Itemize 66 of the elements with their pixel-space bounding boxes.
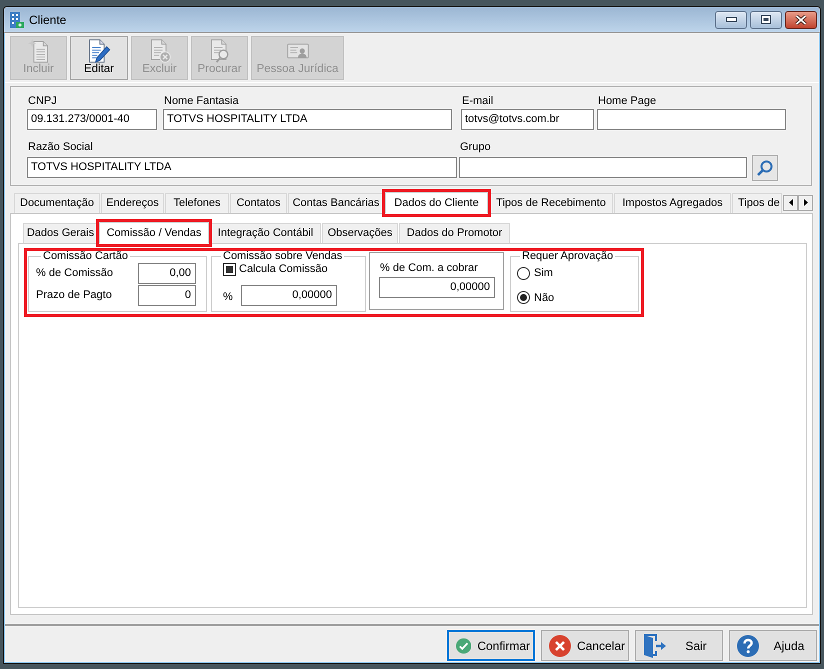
text-field[interactable]: 0 xyxy=(138,285,196,306)
close-button[interactable] xyxy=(785,10,817,28)
field-label: % de Com. a cobrar xyxy=(379,262,479,275)
exit-door-icon xyxy=(643,634,667,658)
tab[interactable]: Impostos Agregados xyxy=(614,193,731,213)
field-label: Grupo xyxy=(459,141,492,154)
tab[interactable]: Endereços xyxy=(101,193,164,213)
tab[interactable]: Telefones xyxy=(165,193,229,213)
group-title: Requer Aprovação xyxy=(521,251,614,262)
radio-button[interactable] xyxy=(517,266,530,280)
text-field[interactable]: 0,00000 xyxy=(379,277,495,298)
field-label: Nome Fantasia xyxy=(163,95,240,108)
tab[interactable]: Tipos de xyxy=(732,193,782,213)
text-field[interactable]: totvs@totvs.com.br xyxy=(461,109,594,130)
text-field[interactable] xyxy=(597,109,786,130)
scroll-left-button[interactable] xyxy=(783,194,798,210)
footer-button[interactable]: Cancelar xyxy=(541,630,629,661)
close-icon xyxy=(795,14,807,24)
group-title: Comissão Cartão xyxy=(42,251,129,262)
tab[interactable]: Dados Gerais xyxy=(23,223,98,243)
checkbox-label: Calcula Comissão xyxy=(239,262,328,277)
field-label: Razão Social xyxy=(27,141,94,154)
tab[interactable]: Contatos xyxy=(230,193,287,213)
radio-button[interactable] xyxy=(517,291,530,304)
tab[interactable]: Documentação xyxy=(14,193,100,213)
text-field[interactable]: 0,00000 xyxy=(241,285,337,306)
text-field[interactable] xyxy=(459,157,747,178)
window-title: Cliente xyxy=(29,12,66,28)
edit-document-icon xyxy=(86,39,112,63)
text-field[interactable]: TOTVS HOSPITALITY LTDA xyxy=(27,157,457,178)
text-field[interactable]: 0,00 xyxy=(138,263,196,284)
scroll-right-button[interactable] xyxy=(798,194,813,210)
text-field[interactable]: TOTVS HOSPITALITY LTDA xyxy=(163,109,452,130)
minimize-icon xyxy=(726,17,736,22)
tab[interactable]: Tipos de Recebimento xyxy=(489,193,613,213)
footer-button[interactable]: Ajuda xyxy=(729,630,817,661)
field-label: Prazo de Pagto xyxy=(36,288,113,304)
tab[interactable]: Comissão / Vendas xyxy=(99,222,209,244)
tab[interactable]: Integração Contábil xyxy=(210,223,321,243)
search-button[interactable] xyxy=(752,155,778,181)
minimize-button[interactable] xyxy=(715,10,747,28)
search-icon xyxy=(757,160,773,176)
group-title: Comissão sobre Vendas xyxy=(222,251,344,262)
field-label: % de Comissão xyxy=(36,266,114,282)
field-label: Home Page xyxy=(597,95,658,108)
question-circle-icon xyxy=(737,634,759,656)
right-triangle-icon xyxy=(804,199,808,206)
radio-label: Sim xyxy=(534,266,553,281)
left-triangle-icon xyxy=(788,199,792,206)
footer-button[interactable]: Confirmar xyxy=(447,630,535,661)
tab[interactable]: Dados do Cliente xyxy=(385,192,488,214)
text-field[interactable]: 09.131.273/0001-40 xyxy=(27,109,157,130)
checkbox[interactable] xyxy=(223,262,236,276)
maximize-button[interactable] xyxy=(750,10,782,28)
tab[interactable]: Dados do Promotor xyxy=(399,223,510,243)
field-label: CNPJ xyxy=(27,95,58,108)
footer-button[interactable]: Sair xyxy=(635,630,723,661)
field-label: E-mail xyxy=(461,95,494,108)
radio-label: Não xyxy=(534,290,554,306)
tab[interactable]: Observações xyxy=(322,223,398,243)
field-label: % xyxy=(223,290,234,306)
toolbar-button[interactable]: Editar xyxy=(70,36,128,80)
building-icon xyxy=(10,12,24,28)
tab[interactable]: Contas Bancárias xyxy=(288,193,384,213)
maximize-icon xyxy=(761,15,771,24)
x-circle-icon xyxy=(549,634,571,656)
